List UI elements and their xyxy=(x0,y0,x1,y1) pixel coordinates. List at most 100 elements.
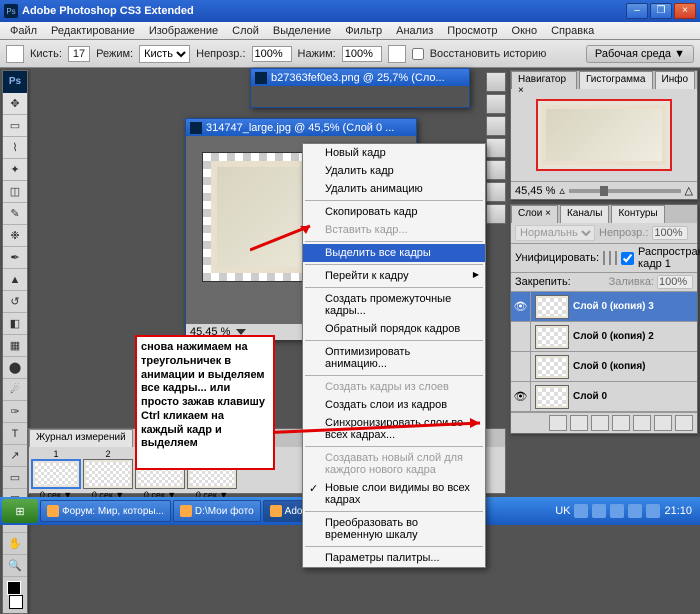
menu-item[interactable]: Новые слои видимы во всех кадрах xyxy=(303,479,485,509)
crop-tool[interactable]: ◫ xyxy=(3,181,27,203)
layer-row[interactable]: 👁Слой 0 (копия) 3 xyxy=(511,292,697,322)
minimize-button[interactable]: – xyxy=(626,3,648,19)
blur-tool[interactable]: ⬤ xyxy=(3,357,27,379)
tray-icon[interactable] xyxy=(610,504,624,518)
dock-icon[interactable] xyxy=(486,72,506,92)
lang-indicator[interactable]: UK xyxy=(555,505,570,517)
new-fill-icon[interactable] xyxy=(612,415,630,431)
new-layer-icon[interactable] xyxy=(654,415,672,431)
tab-info[interactable]: Инфо xyxy=(655,71,696,89)
zoom-slider[interactable] xyxy=(569,189,681,193)
fill-input[interactable] xyxy=(657,275,693,289)
tab-measure-log[interactable]: Журнал измерений xyxy=(29,429,133,447)
menu-item[interactable]: Удалить кадр xyxy=(303,162,485,180)
pen-tool[interactable]: ✑ xyxy=(3,401,27,423)
start-button[interactable]: ⊞ xyxy=(2,499,38,523)
layer-opacity-input[interactable] xyxy=(652,226,688,240)
menu-item[interactable]: Перейти к кадру xyxy=(303,267,485,285)
tab-navigator[interactable]: Навигатор × xyxy=(511,71,577,89)
propagate-checkbox[interactable] xyxy=(621,252,634,265)
menu-filter[interactable]: Фильтр xyxy=(339,23,388,39)
menu-item[interactable]: Преобразовать во временную шкалу xyxy=(303,514,485,544)
dock-icon[interactable] xyxy=(486,204,506,224)
clock[interactable]: 21:10 xyxy=(664,505,692,517)
visibility-icon[interactable] xyxy=(511,322,531,351)
brush-size[interactable]: 17 xyxy=(68,46,90,62)
move-tool[interactable]: ✥ xyxy=(3,93,27,115)
menu-view[interactable]: Просмотр xyxy=(441,23,503,39)
dock-icon[interactable] xyxy=(486,160,506,180)
link-layers-icon[interactable] xyxy=(549,415,567,431)
layer-row[interactable]: Слой 0 (копия) xyxy=(511,352,697,382)
zoom-out-icon[interactable]: ▵ xyxy=(559,184,565,197)
tray-icon[interactable] xyxy=(646,504,660,518)
delete-layer-icon[interactable] xyxy=(675,415,693,431)
menu-item[interactable]: Оптимизировать анимацию... xyxy=(303,343,485,373)
flow-input[interactable] xyxy=(342,46,382,62)
document-window-1[interactable]: b27363fef0e3.png @ 25,7% (Сло... xyxy=(250,68,470,108)
workspace-dropdown[interactable]: Рабочая среда ▼ xyxy=(586,45,694,63)
path-tool[interactable]: ↗ xyxy=(3,445,27,467)
visibility-icon[interactable]: 👁 xyxy=(511,292,531,321)
navigator-zoom[interactable]: 45,45 % xyxy=(515,185,555,197)
menu-image[interactable]: Изображение xyxy=(143,23,224,39)
hand-tool[interactable]: ✋ xyxy=(3,533,27,555)
tab-channels[interactable]: Каналы xyxy=(560,205,610,223)
tray-icon[interactable] xyxy=(592,504,606,518)
navigator-thumb[interactable] xyxy=(536,99,672,171)
menu-item[interactable]: Создать слои из кадров xyxy=(303,396,485,414)
menu-item[interactable]: Удалить анимацию xyxy=(303,180,485,198)
type-tool[interactable]: T xyxy=(3,423,27,445)
tab-paths[interactable]: Контуры xyxy=(611,205,664,223)
menu-window[interactable]: Окно xyxy=(506,23,544,39)
dock-icon[interactable] xyxy=(486,116,506,136)
dock-icon[interactable] xyxy=(486,138,506,158)
airbrush-icon[interactable] xyxy=(388,45,406,63)
tool-preset-icon[interactable] xyxy=(6,45,24,63)
taskbar-task[interactable]: Форум: Мир, которы... xyxy=(40,500,171,522)
tab-layers[interactable]: Слои × xyxy=(511,205,558,223)
layer-row[interactable]: Слой 0 (копия) 2 xyxy=(511,322,697,352)
menu-item[interactable]: Обратный порядок кадров xyxy=(303,320,485,338)
layer-fx-icon[interactable] xyxy=(570,415,588,431)
brush-tool[interactable]: ✒ xyxy=(3,247,27,269)
heal-tool[interactable]: ❉ xyxy=(3,225,27,247)
restore-checkbox[interactable] xyxy=(412,48,424,60)
taskbar-task[interactable]: D:\Мои фото xyxy=(173,500,261,522)
unify-pos-icon[interactable] xyxy=(603,251,605,265)
tray-icon[interactable] xyxy=(628,504,642,518)
marquee-tool[interactable]: ▭ xyxy=(3,115,27,137)
shape-tool[interactable]: ▭ xyxy=(3,467,27,489)
animation-frame[interactable]: 10 сек.▼ xyxy=(31,449,81,501)
menu-edit[interactable]: Редактирование xyxy=(45,23,141,39)
menu-layer[interactable]: Слой xyxy=(226,23,265,39)
animation-frame[interactable]: 20 сек.▼ xyxy=(83,449,133,501)
menu-help[interactable]: Справка xyxy=(545,23,600,39)
layer-row[interactable]: 👁Слой 0 xyxy=(511,382,697,412)
color-swatch[interactable] xyxy=(5,579,25,611)
menu-item[interactable]: Скопировать кадр xyxy=(303,203,485,221)
new-group-icon[interactable] xyxy=(633,415,651,431)
zoom-tool[interactable]: 🔍 xyxy=(3,555,27,577)
dodge-tool[interactable]: ☄ xyxy=(3,379,27,401)
lasso-tool[interactable]: ⌇ xyxy=(3,137,27,159)
menu-analysis[interactable]: Анализ xyxy=(390,23,439,39)
menu-select[interactable]: Выделение xyxy=(267,23,337,39)
mode-select[interactable]: Кисть xyxy=(139,45,190,63)
unify-vis-icon[interactable] xyxy=(609,251,611,265)
maximize-button[interactable]: ❐ xyxy=(650,3,672,19)
tab-histogram[interactable]: Гистограмма xyxy=(579,71,653,89)
dock-icon[interactable] xyxy=(486,94,506,114)
menu-file[interactable]: Файл xyxy=(4,23,43,39)
menu-item[interactable]: Выделить все кадры xyxy=(303,244,485,262)
opacity-input[interactable] xyxy=(252,46,292,62)
menu-item[interactable]: Синхронизировать слои во всех кадрах... xyxy=(303,414,485,444)
blend-mode-select[interactable]: Нормальный xyxy=(515,225,595,241)
stamp-tool[interactable]: ▲ xyxy=(3,269,27,291)
visibility-icon[interactable]: 👁 xyxy=(511,382,531,411)
menu-item[interactable]: Параметры палитры... xyxy=(303,549,485,567)
slice-tool[interactable]: ✎ xyxy=(3,203,27,225)
close-button[interactable]: × xyxy=(674,3,696,19)
zoom-in-icon[interactable]: △ xyxy=(685,184,693,197)
wand-tool[interactable]: ✦ xyxy=(3,159,27,181)
